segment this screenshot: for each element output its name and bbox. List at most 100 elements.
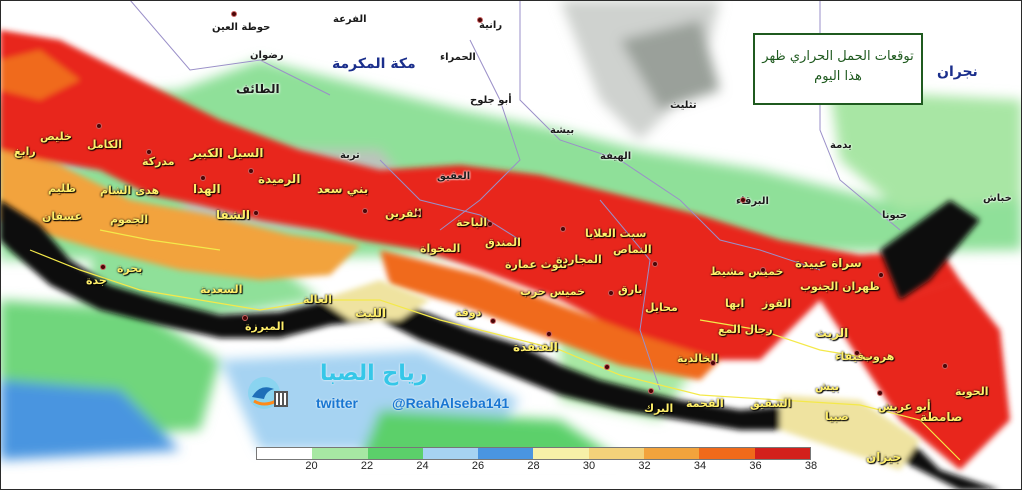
place-label: خليص (40, 130, 72, 143)
legend-swatch (699, 448, 755, 459)
place-label: خميس مشيط (710, 265, 784, 278)
place-label: المندق (485, 236, 521, 249)
place-label: بارق (618, 283, 643, 296)
legend-swatch (754, 448, 810, 459)
color-legend: 20 22 24 26 28 30 32 34 36 38 (256, 447, 817, 474)
place-label: البرك (644, 402, 674, 415)
city-marker (878, 272, 884, 278)
place-label: المجاردة (556, 253, 602, 266)
city-marker (487, 221, 493, 227)
city-marker (942, 363, 948, 369)
city-marker (652, 261, 658, 267)
place-label: المبرزة (245, 320, 285, 333)
legend-tick-label: 20 (305, 460, 318, 472)
place-label: الغالة (303, 293, 333, 306)
city-marker (854, 350, 860, 356)
place-label: ظهران الجنوب (800, 280, 880, 293)
place-label: العقيق (437, 171, 471, 182)
legend-tick-label: 26 (471, 460, 485, 472)
place-label: نجران (937, 64, 978, 80)
place-label: عسفان (42, 210, 83, 223)
city-marker (200, 175, 206, 181)
legend-tick-label: 36 (749, 460, 762, 472)
legend-tick-label: 38 (804, 460, 818, 472)
city-marker (231, 11, 237, 17)
legend-tick-label: 22 (360, 460, 374, 472)
legend-labels: 20 22 24 26 28 30 32 34 36 38 (256, 460, 817, 474)
city-marker (648, 388, 654, 394)
place-label: ابها (725, 297, 745, 310)
legend-swatch (312, 448, 368, 459)
place-label: جدة (86, 274, 107, 287)
place-label: حبونا (882, 210, 908, 221)
city-marker (560, 226, 566, 232)
city-marker (96, 123, 102, 129)
place-label: هدى الشام (100, 184, 160, 197)
legend-color-bar (256, 447, 811, 460)
place-label: المخواة (420, 242, 461, 255)
place-label: خباش (983, 193, 1012, 204)
city-marker (546, 331, 552, 337)
place-label: مكة المكرمة (332, 56, 416, 72)
place-label: الباحة (456, 216, 488, 229)
place-label: الشفا (216, 208, 250, 222)
legend-swatch (422, 448, 479, 459)
legend-swatch (644, 448, 700, 459)
place-label: النماص (613, 243, 652, 256)
city-marker (362, 208, 368, 214)
map-title: توقعات الحمل الحراري ظهر هذا اليوم (753, 33, 923, 105)
legend-swatch (588, 448, 645, 459)
place-label: القوز (762, 297, 792, 310)
city-marker (248, 168, 254, 174)
city-marker (253, 210, 259, 216)
place-label: القحمة (686, 397, 724, 410)
place-label: بحرة (117, 262, 143, 275)
brand-name: رياح الصبا (320, 361, 428, 386)
place-label: الهيفة (600, 151, 632, 162)
twitter-handle: @ReahAlseba141 (392, 395, 510, 411)
place-label: بني سعد (317, 182, 369, 196)
city-marker (760, 267, 766, 273)
logo-icon (248, 377, 288, 409)
place-label: حوطة العين (212, 22, 271, 33)
place-label: السعدية (200, 283, 243, 296)
city-marker (100, 264, 106, 270)
legend-swatch (533, 448, 589, 459)
legend-tick-label: 28 (527, 460, 540, 472)
place-label: القنفذة (513, 340, 558, 354)
place-label: سبت العلايا (585, 227, 647, 240)
brand-logo: رياح الصبا twitter @ReahAlseba141 (232, 353, 532, 433)
legend-tick-label: 34 (693, 460, 707, 472)
place-label: رجال المع (718, 323, 773, 336)
place-label: جيزان (866, 450, 902, 464)
place-label: أبو جلوح (470, 95, 512, 106)
city-marker (477, 17, 483, 23)
place-label: تثليث (670, 100, 697, 111)
place-label: هروب (862, 350, 895, 363)
place-label: الحوية (955, 385, 989, 398)
place-label: الشقيق (750, 397, 792, 410)
place-label: بيش (815, 380, 840, 393)
city-marker (710, 360, 716, 366)
city-marker (740, 197, 746, 203)
legend-swatch (367, 448, 423, 459)
place-label: محايل (645, 301, 678, 314)
place-label: الكامل (87, 138, 123, 151)
place-label: الريث (815, 326, 849, 340)
place-label: خميس حرب (520, 285, 585, 298)
place-label: السيل الكبير (190, 146, 264, 160)
place-label: الجموم (110, 213, 149, 226)
place-label: صامطة (920, 410, 963, 424)
city-marker (608, 290, 614, 296)
city-marker (146, 149, 152, 155)
place-label: مدركة (142, 155, 175, 168)
legend-swatch (257, 448, 313, 459)
place-label: رضوان (250, 50, 284, 61)
place-label: الطائف (236, 82, 280, 96)
place-label: صبيا (825, 410, 849, 423)
place-label: الرميدة (258, 172, 301, 186)
city-marker (877, 390, 883, 396)
legend-tick-label: 30 (582, 460, 596, 472)
place-label: الفرعة (333, 14, 367, 25)
place-label: الهدا (193, 182, 221, 196)
